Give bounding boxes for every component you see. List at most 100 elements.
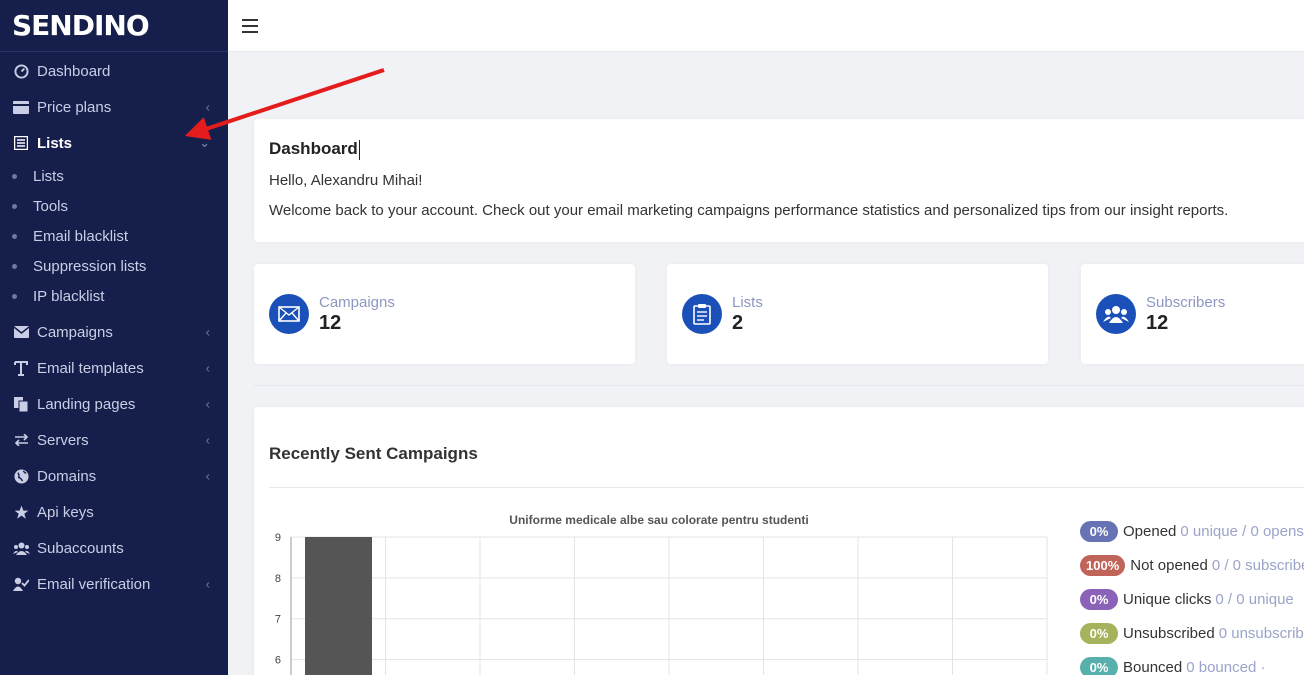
stat-label: Subscribers xyxy=(1146,293,1226,311)
sidebar-item-subaccounts[interactable]: Subaccounts xyxy=(0,530,228,566)
y-tick-label: 7 xyxy=(275,614,281,626)
stat-value: 2 xyxy=(732,311,744,334)
sidebar-item-price-plans[interactable]: Price plans ‹ xyxy=(0,89,228,125)
legend-label: Not opened xyxy=(1130,556,1208,574)
sidebar-item-domains[interactable]: Domains ‹ xyxy=(0,458,228,494)
sidebar-item-api-keys[interactable]: Api keys xyxy=(0,494,228,530)
submenu-item-email-blacklist[interactable]: Email blacklist xyxy=(0,221,228,251)
sidebar-item-label: Price plans xyxy=(37,98,112,116)
list-icon xyxy=(12,134,30,152)
stat-value: 12 xyxy=(1146,311,1169,334)
sidebar-item-label: Landing pages xyxy=(37,395,136,413)
chart-title: Uniforme medicale albe sau colorate pent… xyxy=(509,513,809,527)
sidebar-item-email-templates[interactable]: Email templates ‹ xyxy=(0,350,228,386)
percent-badge: 0% xyxy=(1080,588,1118,610)
page-title-text: Dashboard xyxy=(269,139,358,158)
legend-detail: 0 / 0 subscribers xyxy=(1211,556,1304,574)
lists-submenu: Lists Tools Email blacklist Suppression … xyxy=(0,161,228,311)
sidebar-item-label: Domains xyxy=(37,467,97,485)
sidebar-item-campaigns[interactable]: Campaigns ‹ xyxy=(0,314,228,350)
legend-detail: 0 unsubscribed xyxy=(1218,624,1304,642)
chevron-left-icon: ‹ xyxy=(205,324,210,340)
sidebar-item-label: Dashboard xyxy=(37,62,111,80)
sidebar: SENDINO Dashboard Price plans ‹ Lists ⌄ … xyxy=(0,0,228,675)
chart-bar xyxy=(305,537,372,675)
legend-row-bounced: 0% Bounced 0 bounced · xyxy=(1080,650,1304,675)
submenu-label: Lists xyxy=(33,167,64,185)
submenu-item-tools[interactable]: Tools xyxy=(0,191,228,221)
percent-badge: 0% xyxy=(1080,656,1118,675)
submenu-item-ip-blacklist[interactable]: IP blacklist xyxy=(0,281,228,311)
users-icon xyxy=(12,539,30,557)
bullet-icon xyxy=(12,203,17,209)
users-icon xyxy=(1096,294,1136,334)
chevron-down-icon: ⌄ xyxy=(199,135,210,150)
sidebar-item-label: Servers xyxy=(37,431,89,449)
sidebar-item-label: Subaccounts xyxy=(37,539,124,557)
globe-icon xyxy=(12,467,30,485)
submenu-label: Suppression lists xyxy=(33,257,147,275)
stat-label: Campaigns xyxy=(319,293,395,311)
sidebar-nav-rest: Campaigns ‹ Email templates ‹ Landing pa… xyxy=(0,314,228,602)
sidebar-item-servers[interactable]: Servers ‹ xyxy=(0,422,228,458)
legend-detail: 0 unique / 0 opens xyxy=(1180,522,1304,540)
sidebar-item-label: Api keys xyxy=(37,503,94,521)
sidebar-item-dashboard[interactable]: Dashboard xyxy=(0,53,228,89)
section-title: Recently Sent Campaigns xyxy=(269,444,1304,488)
campaign-chart: Uniforme medicale albe sau colorate pent… xyxy=(269,510,1059,675)
top-bar xyxy=(228,0,1304,52)
brand-name: SENDINO xyxy=(12,9,150,42)
stat-card-lists[interactable]: Lists 2 xyxy=(667,264,1048,364)
bullet-icon xyxy=(12,293,17,299)
section-divider xyxy=(254,385,1304,386)
clipboard-icon xyxy=(682,294,722,334)
text-icon xyxy=(12,359,30,377)
star-icon xyxy=(12,503,30,521)
stat-card-campaigns[interactable]: Campaigns 12 xyxy=(254,264,635,364)
sidebar-item-lists[interactable]: Lists ⌄ xyxy=(0,125,228,161)
legend-detail: 0 bounced · xyxy=(1186,658,1266,675)
greeting-text: Hello, Alexandru Mihai! xyxy=(269,171,423,189)
exchange-icon xyxy=(12,431,30,449)
legend-label: Opened xyxy=(1123,522,1177,540)
sidebar-item-label: Lists xyxy=(37,134,73,152)
campaign-stats-legend: 0% Opened 0 unique / 0 opens 100% Not op… xyxy=(1080,514,1304,675)
y-tick-label: 8 xyxy=(275,573,281,585)
submenu-item-suppression-lists[interactable]: Suppression lists xyxy=(0,251,228,281)
dashboard-icon xyxy=(12,62,30,80)
percent-badge: 100% xyxy=(1080,554,1126,576)
legend-row-unique-clicks: 0% Unique clicks 0 / 0 unique xyxy=(1080,582,1304,616)
copy-icon xyxy=(12,395,30,413)
y-tick-label: 6 xyxy=(275,655,281,667)
welcome-message: Welcome back to your account. Check out … xyxy=(269,201,1229,219)
sidebar-item-landing-pages[interactable]: Landing pages ‹ xyxy=(0,386,228,422)
percent-badge: 0% xyxy=(1080,520,1118,542)
text-cursor xyxy=(358,139,360,160)
legend-detail: 0 / 0 unique xyxy=(1215,590,1294,608)
stat-value: 12 xyxy=(319,311,342,334)
sidebar-item-label: Email templates xyxy=(37,359,144,377)
chevron-left-icon: ‹ xyxy=(205,576,210,592)
submenu-item-lists[interactable]: Lists xyxy=(0,161,228,191)
bullet-icon xyxy=(12,233,17,239)
legend-label: Bounced xyxy=(1123,658,1183,675)
sidebar-item-label: Email verification xyxy=(37,575,151,593)
envelope-icon xyxy=(269,294,309,334)
legend-row-unsubscribed: 0% Unsubscribed 0 unsubscribed xyxy=(1080,616,1304,650)
credit-card-icon xyxy=(12,98,30,116)
bullet-icon xyxy=(12,263,17,269)
sidebar-nav: Dashboard Price plans ‹ Lists ⌄ xyxy=(0,53,228,161)
legend-label: Unsubscribed xyxy=(1123,624,1215,642)
hamburger-menu-icon[interactable] xyxy=(242,18,258,33)
chevron-left-icon: ‹ xyxy=(205,99,210,115)
legend-label: Unique clicks xyxy=(1123,590,1212,608)
chevron-left-icon: ‹ xyxy=(205,396,210,412)
sidebar-item-email-verification[interactable]: Email verification ‹ xyxy=(0,566,228,602)
brand-logo[interactable]: SENDINO xyxy=(0,0,228,52)
chevron-left-icon: ‹ xyxy=(205,468,210,484)
stat-card-subscribers[interactable]: Subscribers 12 xyxy=(1081,264,1304,364)
user-check-icon xyxy=(12,575,30,593)
sidebar-item-label: Campaigns xyxy=(37,323,113,341)
chevron-left-icon: ‹ xyxy=(205,360,210,376)
bullet-icon xyxy=(12,173,17,179)
